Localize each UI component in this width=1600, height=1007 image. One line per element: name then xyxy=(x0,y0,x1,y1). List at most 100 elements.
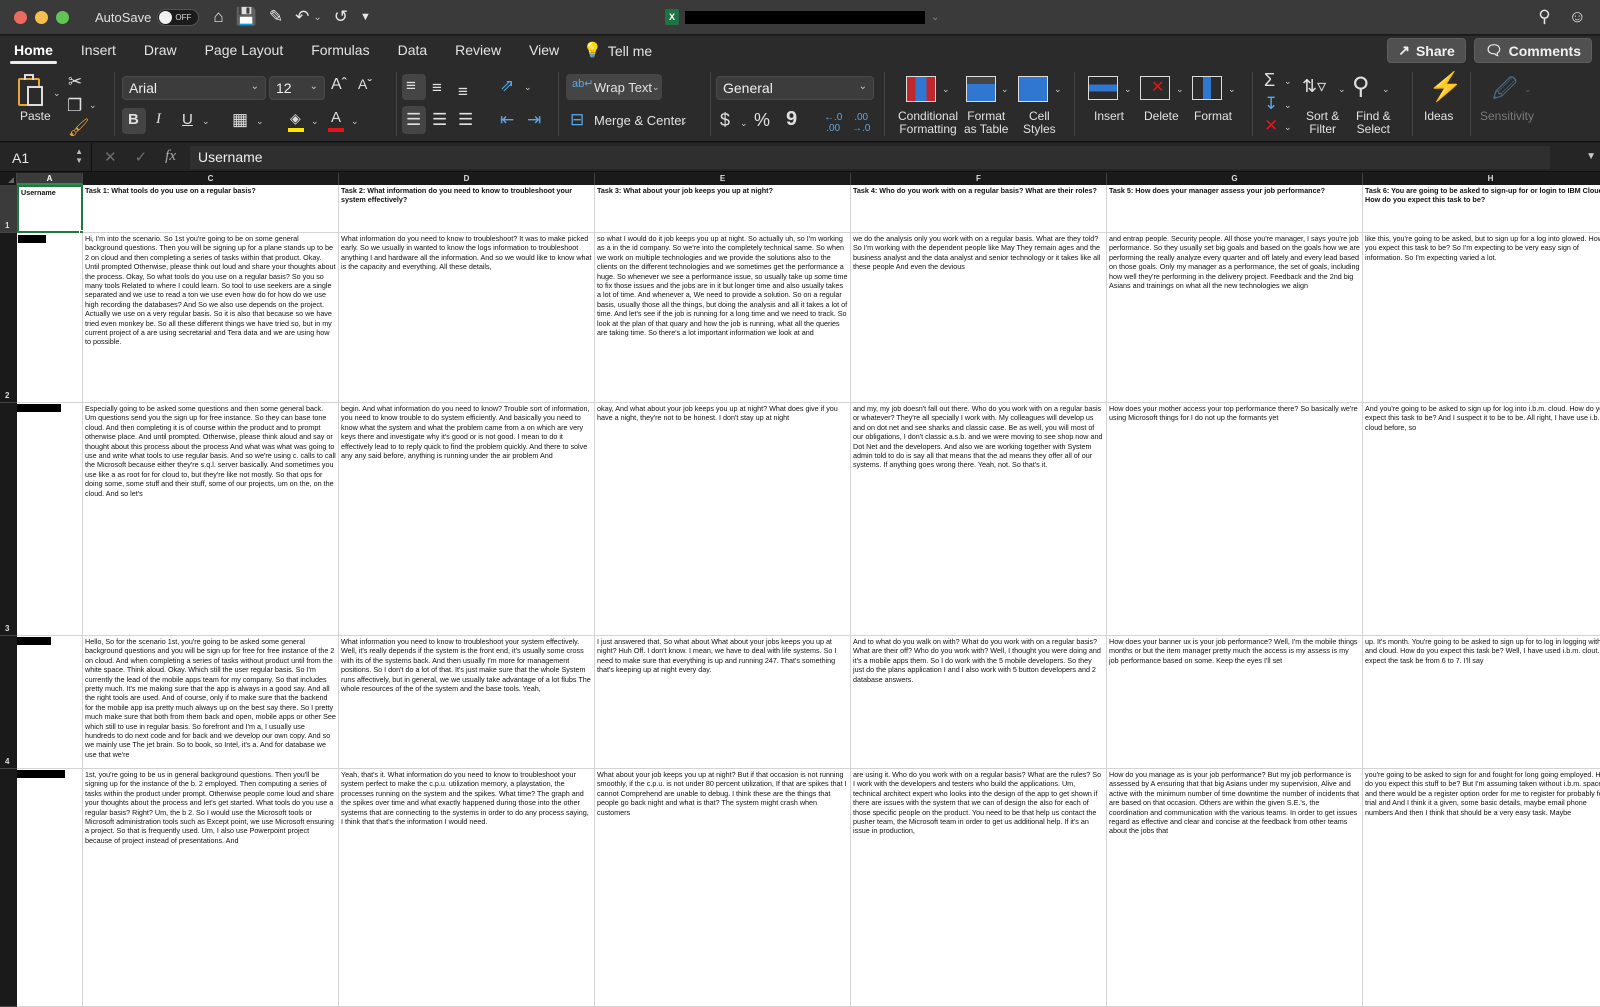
comments-button[interactable]: 🗨 Comments xyxy=(1473,38,1592,63)
clear-dropdown-icon[interactable]: ⌄ xyxy=(1284,122,1292,133)
close-window-button[interactable] xyxy=(14,10,27,24)
cell-h4[interactable]: up. It's month. You're going to be asked… xyxy=(1363,636,1600,769)
find-select-button[interactable]: Find & Select xyxy=(1356,110,1391,136)
save-icon[interactable]: 💾 xyxy=(236,7,257,27)
find-select-dropdown-icon[interactable]: ⌄ xyxy=(1382,84,1390,95)
cell-d5[interactable]: Yeah, that's it. What information do you… xyxy=(339,769,595,1007)
merge-dropdown-icon[interactable]: ⌄ xyxy=(680,116,688,127)
cell-e3[interactable]: okay, And what about your job keeps you … xyxy=(595,403,851,636)
fill-dropdown-icon[interactable]: ⌄ xyxy=(1284,100,1292,111)
tab-draw[interactable]: Draw xyxy=(134,36,187,66)
row-header-2[interactable]: 2 xyxy=(0,233,17,403)
insert-dropdown-icon[interactable]: ⌄ xyxy=(1124,84,1132,95)
insert-function-icon[interactable]: fx xyxy=(165,148,176,166)
share-button[interactable]: ↗ Share xyxy=(1387,38,1466,63)
merge-center-button[interactable]: Merge & Center xyxy=(594,114,686,127)
cell-a3-username[interactable] xyxy=(17,403,83,636)
select-all-button[interactable] xyxy=(0,173,17,185)
cell-f4[interactable]: And to what do you walk on with? What do… xyxy=(851,636,1107,769)
cell-c4[interactable]: Hello, So for the scenario 1st, you're g… xyxy=(83,636,339,769)
title-dropdown-icon[interactable]: ⌄ xyxy=(931,12,939,23)
cell-c1-task1-header[interactable]: Task 1: What tools do you use on a regul… xyxy=(83,185,339,233)
cell-a4-username[interactable] xyxy=(17,636,83,769)
cut-icon[interactable]: ✂ xyxy=(68,72,82,92)
clear-icon[interactable]: ✕ xyxy=(1264,116,1278,136)
cell-styles-button[interactable]: Cell Styles xyxy=(1023,110,1056,136)
cell-styles-dropdown-icon[interactable]: ⌄ xyxy=(1054,84,1062,95)
autosum-icon[interactable]: Σ xyxy=(1264,70,1275,91)
feedback-smiley-icon[interactable]: ☺ xyxy=(1569,7,1586,27)
cell-d1-task2-header[interactable]: Task 2: What information do you need to … xyxy=(339,185,595,233)
cell-f5[interactable]: are using it. Who do you work with on a … xyxy=(851,769,1107,1007)
orientation-icon[interactable]: ⇗ xyxy=(500,76,514,96)
column-header-c[interactable]: C xyxy=(83,173,339,185)
format-as-table-button[interactable]: Format as Table xyxy=(964,110,1008,136)
orientation-dropdown-icon[interactable]: ⌄ xyxy=(524,82,532,93)
column-header-f[interactable]: F xyxy=(851,173,1107,185)
cell-g1-task5-header[interactable]: Task 5: How does your manager assess you… xyxy=(1107,185,1363,233)
format-dropdown-icon[interactable]: ⌄ xyxy=(1228,84,1236,95)
align-bottom-icon[interactable]: ≡ xyxy=(458,82,468,102)
autosave-toggle[interactable]: OFF xyxy=(157,8,200,26)
ideas-button[interactable]: Ideas xyxy=(1424,110,1453,123)
tab-review[interactable]: Review xyxy=(445,36,511,66)
delete-dropdown-icon[interactable]: ⌄ xyxy=(1176,84,1184,95)
cell-c2[interactable]: Hi, I'm into the scenario. So 1st you're… xyxy=(83,233,339,403)
find-select-icon[interactable]: ⚲ xyxy=(1352,72,1370,101)
underline-dropdown-icon[interactable]: ⌄ xyxy=(202,116,210,127)
fill-icon[interactable]: ↧ xyxy=(1264,94,1278,114)
conditional-formatting-icon[interactable] xyxy=(906,76,936,102)
cell-g5[interactable]: How do you manage as is your job perform… xyxy=(1107,769,1363,1007)
cell-d2[interactable]: What information do you need to know to … xyxy=(339,233,595,403)
ideas-lightning-icon[interactable]: ⚡ xyxy=(1428,70,1463,103)
comma-style-button[interactable]: 9 xyxy=(786,108,797,131)
autosum-dropdown-icon[interactable]: ⌄ xyxy=(1284,76,1292,87)
increase-decimal-icon[interactable]: ←.0.00 xyxy=(824,112,842,134)
borders-dropdown-icon[interactable]: ⌄ xyxy=(256,116,264,127)
copy-icon[interactable]: ❐ xyxy=(67,96,82,116)
edit-document-icon[interactable]: ✎ xyxy=(269,7,283,27)
maximize-window-button[interactable] xyxy=(56,10,69,24)
conditional-formatting-dropdown-icon[interactable]: ⌄ xyxy=(942,84,950,95)
decrease-decimal-icon[interactable]: .00 →.0 xyxy=(852,112,870,134)
cell-f2[interactable]: we do the analysis only you work with on… xyxy=(851,233,1107,403)
number-format-select[interactable]: General ⌄ xyxy=(716,76,874,100)
cell-f1-task4-header[interactable]: Task 4: Who do you work with on a regula… xyxy=(851,185,1107,233)
paste-label[interactable]: Paste xyxy=(20,110,51,123)
font-color-dropdown-icon[interactable]: ⌄ xyxy=(351,116,359,127)
cell-h1-task6-header[interactable]: Task 6: You are going to be asked to sig… xyxy=(1363,185,1600,233)
increase-font-size-icon[interactable]: Aˆ xyxy=(331,76,347,94)
font-size-select[interactable]: 12 ⌄ xyxy=(269,76,325,100)
format-as-table-dropdown-icon[interactable]: ⌄ xyxy=(1001,84,1009,95)
cell-g2[interactable]: and entrap people. Security people. All … xyxy=(1107,233,1363,403)
borders-icon[interactable]: ▦ xyxy=(232,110,248,130)
tab-formulas[interactable]: Formulas xyxy=(301,36,379,66)
minimize-window-button[interactable] xyxy=(35,10,48,24)
italic-button[interactable]: I xyxy=(156,111,161,128)
sort-filter-button[interactable]: Sort & Filter xyxy=(1306,110,1339,136)
cell-e5[interactable]: What about your job keeps you up at nigh… xyxy=(595,769,851,1007)
column-header-a[interactable]: A xyxy=(17,173,83,185)
customize-toolbar-icon[interactable]: ▼ xyxy=(360,11,371,23)
cell-h2[interactable]: like this, you're going to be asked, but… xyxy=(1363,233,1600,403)
column-header-e[interactable]: E xyxy=(595,173,851,185)
cell-g3[interactable]: How does your mother access your top per… xyxy=(1107,403,1363,636)
tell-me-search[interactable]: 💡 Tell me xyxy=(573,36,662,66)
tab-data[interactable]: Data xyxy=(388,36,438,66)
fill-color-icon[interactable]: ◈ xyxy=(288,110,306,132)
formula-input[interactable]: Username xyxy=(190,146,1550,169)
tab-view[interactable]: View xyxy=(519,36,569,66)
cell-c3[interactable]: Especially going to be asked some questi… xyxy=(83,403,339,636)
cell-a1-username-header[interactable]: Username xyxy=(17,185,83,233)
currency-dropdown-icon[interactable]: ⌄ xyxy=(740,118,748,129)
increase-indent-icon[interactable]: ⇥ xyxy=(527,110,541,130)
insert-cells-icon[interactable] xyxy=(1088,76,1118,100)
bold-button[interactable]: B xyxy=(128,111,139,128)
currency-format-button[interactable]: $ xyxy=(720,110,730,131)
fill-color-dropdown-icon[interactable]: ⌄ xyxy=(311,116,319,127)
align-top-icon[interactable]: ≡ xyxy=(406,76,416,96)
font-name-select[interactable]: Arial ⌄ xyxy=(122,76,266,100)
row-header-4[interactable]: 4 xyxy=(0,636,17,769)
font-color-icon[interactable]: A xyxy=(328,109,346,132)
cell-h3[interactable]: And you're going to be asked to sign up … xyxy=(1363,403,1600,636)
